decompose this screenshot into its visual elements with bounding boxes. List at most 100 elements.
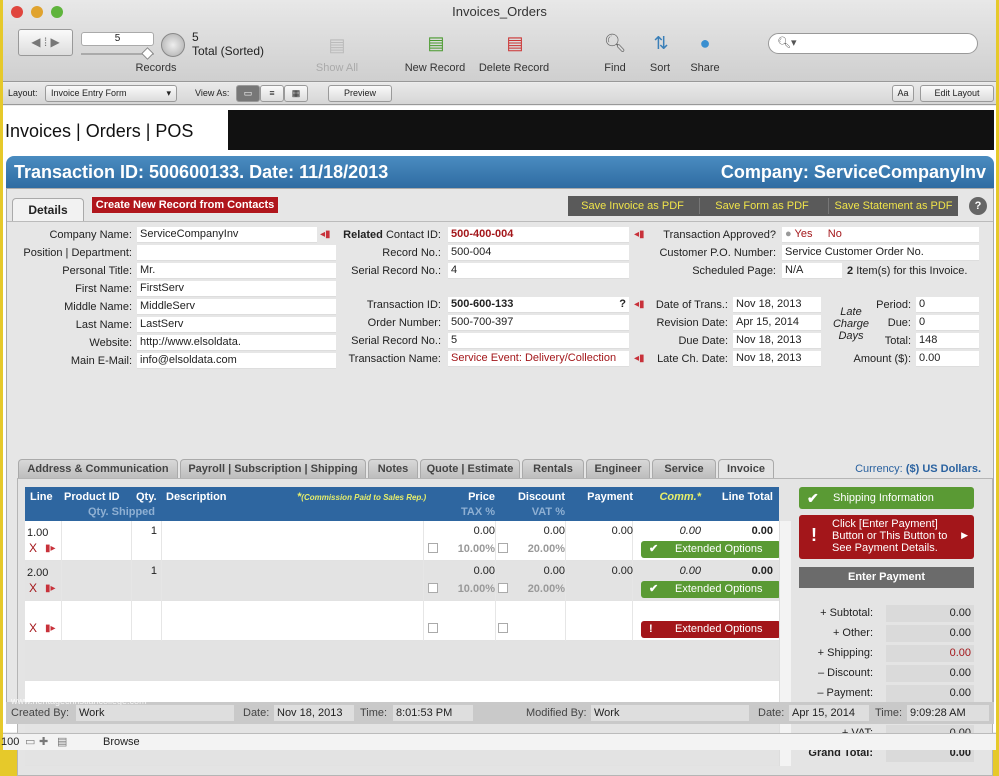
- delete-record-icon[interactable]: ▤: [503, 32, 527, 54]
- show-all-icon[interactable]: ▤: [325, 34, 349, 56]
- vat-field[interactable]: 20.00%: [528, 543, 565, 555]
- payment-field[interactable]: 0.00: [612, 565, 633, 577]
- commission-field[interactable]: 0.00: [680, 565, 701, 577]
- price-field[interactable]: 0.00: [474, 565, 495, 577]
- tab-engineer[interactable]: Engineer: [586, 459, 650, 478]
- order-number-field[interactable]: 500-700-397: [448, 315, 629, 331]
- tax-field[interactable]: 10.00%: [458, 583, 495, 595]
- radio-yes-label[interactable]: Yes: [795, 228, 813, 240]
- qty-field[interactable]: 1: [151, 565, 157, 577]
- related-contact-id-field[interactable]: 500-400-004: [448, 227, 629, 243]
- enter-payment-button[interactable]: Enter Payment: [799, 567, 974, 588]
- save-invoice-pdf-button[interactable]: Save Invoice as PDF: [570, 198, 695, 214]
- record-number-input[interactable]: 5: [81, 32, 154, 46]
- radio-yes[interactable]: ●: [785, 228, 792, 240]
- vat-checkbox[interactable]: [498, 623, 508, 633]
- flag-icon[interactable]: ▮▸: [45, 543, 56, 554]
- line-items-scrollbar[interactable]: [779, 521, 791, 766]
- tax-checkbox[interactable]: [428, 623, 438, 633]
- field-input[interactable]: FirstServ: [137, 281, 336, 297]
- discount-field[interactable]: 0.00: [544, 525, 565, 537]
- total-label: – Discount:: [817, 667, 873, 679]
- vat-checkbox[interactable]: [498, 543, 508, 553]
- delete-line-icon[interactable]: X: [29, 581, 37, 595]
- amount-field[interactable]: 0.00: [916, 351, 979, 367]
- extended-options-button[interactable]: ✔ Extended Options: [641, 541, 781, 558]
- field-input[interactable]: ServiceCompanyInv: [137, 227, 317, 243]
- line-number[interactable]: 2.00: [27, 567, 48, 579]
- delete-record-button[interactable]: Delete Record: [469, 62, 559, 74]
- delete-line-icon[interactable]: X: [29, 621, 37, 635]
- delete-line-icon[interactable]: X: [29, 541, 37, 555]
- zoom-out-icon[interactable]: ▭: [25, 735, 35, 748]
- preview-button[interactable]: Preview: [328, 85, 392, 102]
- save-form-pdf-button[interactable]: Save Form as PDF: [699, 198, 824, 214]
- share-icon[interactable]: ●: [693, 32, 717, 54]
- sort-icon[interactable]: ⇅: [649, 32, 673, 54]
- flag-icon[interactable]: ▮▸: [45, 623, 56, 634]
- revision-date-field[interactable]: Apr 15, 2014: [733, 315, 821, 331]
- transaction-name-field[interactable]: Service Event: Delivery/Collection: [448, 351, 629, 367]
- tab-quote-estimate[interactable]: Quote | Estimate: [420, 459, 520, 478]
- question-icon[interactable]: ?: [619, 297, 626, 312]
- payment-field[interactable]: 0.00: [612, 525, 633, 537]
- record-book-navigator[interactable]: ◀ ⁞ ▶: [18, 29, 73, 56]
- late-charge-date-field[interactable]: Nov 18, 2013: [733, 351, 821, 367]
- serial-record-field-2[interactable]: 5: [448, 333, 629, 349]
- flag-icon[interactable]: ▮▸: [45, 583, 56, 594]
- period-field[interactable]: 0: [916, 297, 979, 313]
- zoom-in-icon[interactable]: ✚: [39, 735, 48, 748]
- serial-record-field[interactable]: 4: [448, 263, 629, 279]
- tax-checkbox[interactable]: [428, 583, 438, 593]
- price-field[interactable]: 0.00: [474, 525, 495, 537]
- mode-indicator[interactable]: Browse: [103, 736, 140, 748]
- new-record-icon[interactable]: ▤: [424, 32, 448, 54]
- tab-rentals[interactable]: Rentals: [522, 459, 584, 478]
- search-input[interactable]: 🔍︎▾: [768, 33, 978, 54]
- search-icon: 🔍︎▾: [777, 37, 797, 49]
- tab-payroll-subscription-shipping[interactable]: Payroll | Subscription | Shipping: [180, 459, 366, 478]
- show-all-button[interactable]: Show All: [292, 62, 382, 74]
- vat-field[interactable]: 20.00%: [528, 583, 565, 595]
- create-from-contacts-button[interactable]: Create New Record from Contacts: [91, 196, 279, 214]
- payment-details-button[interactable]: ! Click [Enter Payment] Button or This Bu…: [799, 515, 974, 559]
- new-record-button[interactable]: New Record: [390, 62, 480, 74]
- empty-row: [25, 641, 779, 681]
- help-icon[interactable]: ?: [969, 197, 987, 215]
- find-icon[interactable]: 🔍︎: [603, 32, 627, 54]
- po-number-field[interactable]: Service Customer Order No.: [782, 245, 979, 261]
- tab-notes[interactable]: Notes: [368, 459, 418, 478]
- radio-no-label[interactable]: No: [828, 228, 842, 240]
- total-days-field[interactable]: 148: [916, 333, 979, 349]
- view-form-button[interactable]: ▭: [236, 85, 260, 102]
- share-button[interactable]: Share: [660, 62, 750, 74]
- line-number[interactable]: 1.00: [27, 527, 48, 539]
- scheduled-page-field[interactable]: N/A: [782, 263, 842, 279]
- slider-thumb[interactable]: [141, 47, 154, 60]
- layout-select[interactable]: Invoice Entry Form ▾: [45, 85, 177, 102]
- edit-layout-button[interactable]: Edit Layout: [920, 85, 994, 102]
- tab-address-communication[interactable]: Address & Communication: [18, 459, 178, 478]
- tax-checkbox[interactable]: [428, 543, 438, 553]
- extended-options-button[interactable]: ✔ Extended Options: [641, 581, 781, 598]
- tab-service[interactable]: Service: [652, 459, 716, 478]
- tab-details[interactable]: Details: [12, 198, 84, 222]
- qty-field[interactable]: 1: [151, 525, 157, 537]
- save-statement-pdf-button[interactable]: Save Statement as PDF: [828, 198, 958, 214]
- due-date-field[interactable]: Nov 18, 2013: [733, 333, 821, 349]
- discount-field[interactable]: 0.00: [544, 565, 565, 577]
- view-list-button[interactable]: ≡: [260, 85, 284, 102]
- font-size-button[interactable]: Aa: [892, 85, 914, 102]
- extended-options-button[interactable]: ! Extended Options: [641, 621, 781, 638]
- record-no-field[interactable]: 500-004: [448, 245, 629, 261]
- due-days-field[interactable]: 0: [916, 315, 979, 331]
- tab-invoice[interactable]: Invoice: [718, 459, 774, 479]
- vat-checkbox[interactable]: [498, 583, 508, 593]
- commission-field[interactable]: 0.00: [680, 525, 701, 537]
- tax-field[interactable]: 10.00%: [458, 543, 495, 555]
- transaction-id-field[interactable]: 500-600-133?: [448, 297, 629, 313]
- view-table-button[interactable]: ▦: [284, 85, 308, 102]
- toggle-toolbar-icon[interactable]: ▤: [57, 735, 67, 748]
- date-of-trans-field[interactable]: Nov 18, 2013: [733, 297, 821, 313]
- shipping-information-button[interactable]: ✔ Shipping Information: [799, 487, 974, 509]
